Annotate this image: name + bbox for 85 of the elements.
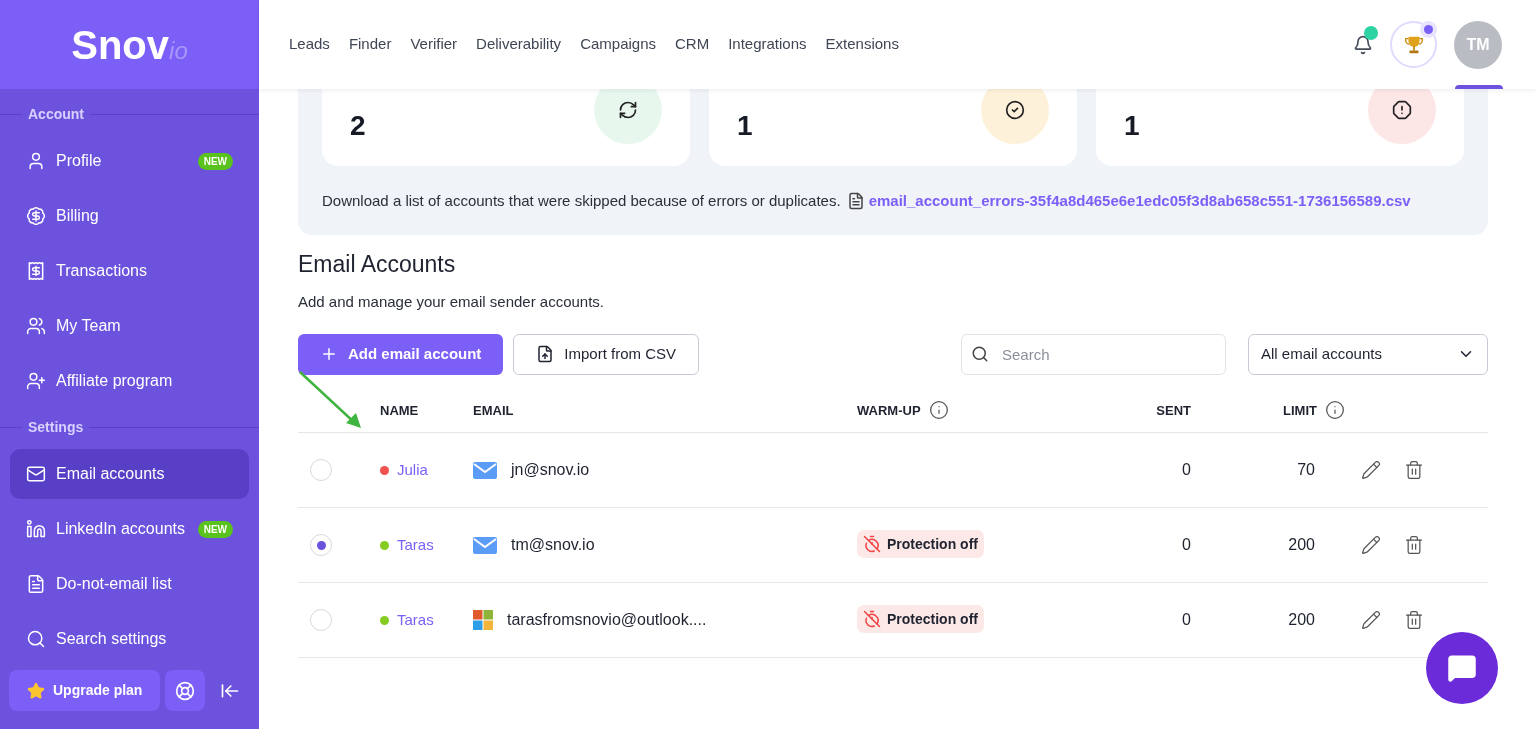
email-address: tarasfromsnovio@outlook....: [507, 610, 707, 630]
trash-icon[interactable]: [1404, 460, 1424, 480]
refresh-icon: [618, 99, 638, 120]
edit-icon[interactable]: [1361, 460, 1381, 480]
user-icon: [26, 151, 46, 171]
download-link[interactable]: email_account_errors-35f4a8d465e6e1edc05f3d8ab658c551-1736156589.csv: [868, 190, 1411, 213]
import-csv-button[interactable]: Import from CSV: [513, 333, 700, 375]
nav-link[interactable]: Finder: [348, 33, 392, 56]
new-badge: NEW: [197, 520, 233, 538]
sent-cell: 0: [1097, 507, 1191, 583]
limit-cell: 200: [1191, 507, 1315, 583]
trophy-button[interactable]: [1390, 21, 1437, 68]
document-icon: [26, 574, 46, 594]
linkedin-icon: [26, 519, 46, 539]
envelope-icon: [26, 464, 46, 484]
search-icon: [26, 629, 46, 649]
info-icon[interactable]: [1325, 400, 1345, 421]
envelope-icon: [473, 536, 497, 554]
new-badge: NEW: [197, 152, 233, 170]
sidebar-item[interactable]: Search settings: [10, 614, 249, 664]
plus-icon: [320, 345, 338, 363]
dollar-icon: [26, 206, 46, 226]
warmup-status-label: Protection off: [887, 609, 978, 629]
account-name-link[interactable]: Taras: [397, 533, 434, 557]
nav-link[interactable]: Extensions: [825, 33, 899, 56]
help-button[interactable]: [165, 670, 206, 711]
envelope-icon: [473, 461, 497, 479]
sidebar-item[interactable]: Do-not-email list: [10, 559, 249, 609]
nav-link[interactable]: Campaigns: [580, 33, 656, 56]
microsoft-logo-icon: [473, 610, 493, 630]
warmup-status-label: Protection off: [887, 534, 978, 554]
trash-icon[interactable]: [1404, 535, 1424, 555]
email-address: jn@snov.io: [511, 460, 590, 480]
account-filter-dropdown[interactable]: All email accounts: [1248, 333, 1488, 375]
edit-icon[interactable]: [1361, 535, 1381, 555]
page-subtitle: Add and manage your email sender accounts.: [298, 292, 606, 312]
column-header: EMAIL: [473, 401, 514, 420]
sidebar-item[interactable]: Affiliate program: [10, 356, 249, 406]
timer-off-icon: [863, 535, 881, 554]
stat-value: 2: [350, 108, 366, 143]
upgrade-plan-button[interactable]: Upgrade plan: [9, 670, 161, 711]
file-upload-icon: [536, 345, 555, 363]
search-icon: [971, 344, 989, 363]
account-name-link[interactable]: Julia: [397, 458, 428, 482]
column-header: NAME: [380, 401, 419, 420]
add-email-account-button[interactable]: Add email account: [298, 333, 504, 375]
trash-icon[interactable]: [1404, 610, 1424, 630]
star-icon: [26, 681, 45, 700]
team-icon: [26, 316, 46, 336]
nav-link[interactable]: Deliverability: [476, 33, 562, 56]
limit-cell: 70: [1191, 432, 1315, 508]
sidebar-item[interactable]: My Team: [10, 301, 249, 351]
chat-bubble-icon: [1447, 653, 1477, 683]
sent-cell: 0: [1097, 432, 1191, 508]
download-text: Download a list of accounts that were skipped because of errors or duplicates.: [322, 191, 841, 211]
email-address: tm@snov.io: [511, 535, 595, 555]
check-circle-icon: [1005, 99, 1025, 120]
receipt-icon: [26, 261, 46, 281]
sidebar-item[interactable]: Transactions: [10, 246, 249, 296]
lifebuoy-icon: [175, 680, 196, 701]
user-plus-icon: [26, 371, 46, 391]
nav-link[interactable]: Verifier: [410, 33, 458, 56]
sent-cell: 0: [1097, 582, 1191, 658]
nav-link[interactable]: Leads: [289, 33, 330, 56]
nav-link[interactable]: CRM: [675, 33, 710, 56]
column-header: WARM-UP: [857, 401, 921, 420]
bell-icon[interactable]: [1353, 34, 1373, 55]
page-title: Email Accounts: [298, 249, 457, 279]
account-name-link[interactable]: Taras: [397, 608, 434, 632]
column-header: LIMIT: [1283, 401, 1317, 420]
info-icon[interactable]: [928, 400, 949, 421]
file-icon: [846, 192, 865, 211]
stat-value: 1: [1124, 108, 1140, 143]
stat-value: 1: [737, 108, 753, 143]
sidebar-item[interactable]: Profile NEW: [10, 136, 249, 186]
edit-icon[interactable]: [1361, 610, 1381, 630]
sidebar-item[interactable]: LinkedIn accounts NEW: [10, 504, 249, 554]
limit-cell: 200: [1191, 582, 1315, 658]
column-header: SENT: [1156, 401, 1191, 420]
nav-link[interactable]: Integrations: [728, 33, 807, 56]
alert-octagon-icon: [1392, 99, 1412, 120]
timer-off-icon: [863, 610, 881, 629]
sidebar-item[interactable]: Email accounts: [10, 449, 249, 499]
sidebar-item[interactable]: Billing: [10, 191, 249, 241]
search-field[interactable]: Search: [961, 333, 1226, 375]
